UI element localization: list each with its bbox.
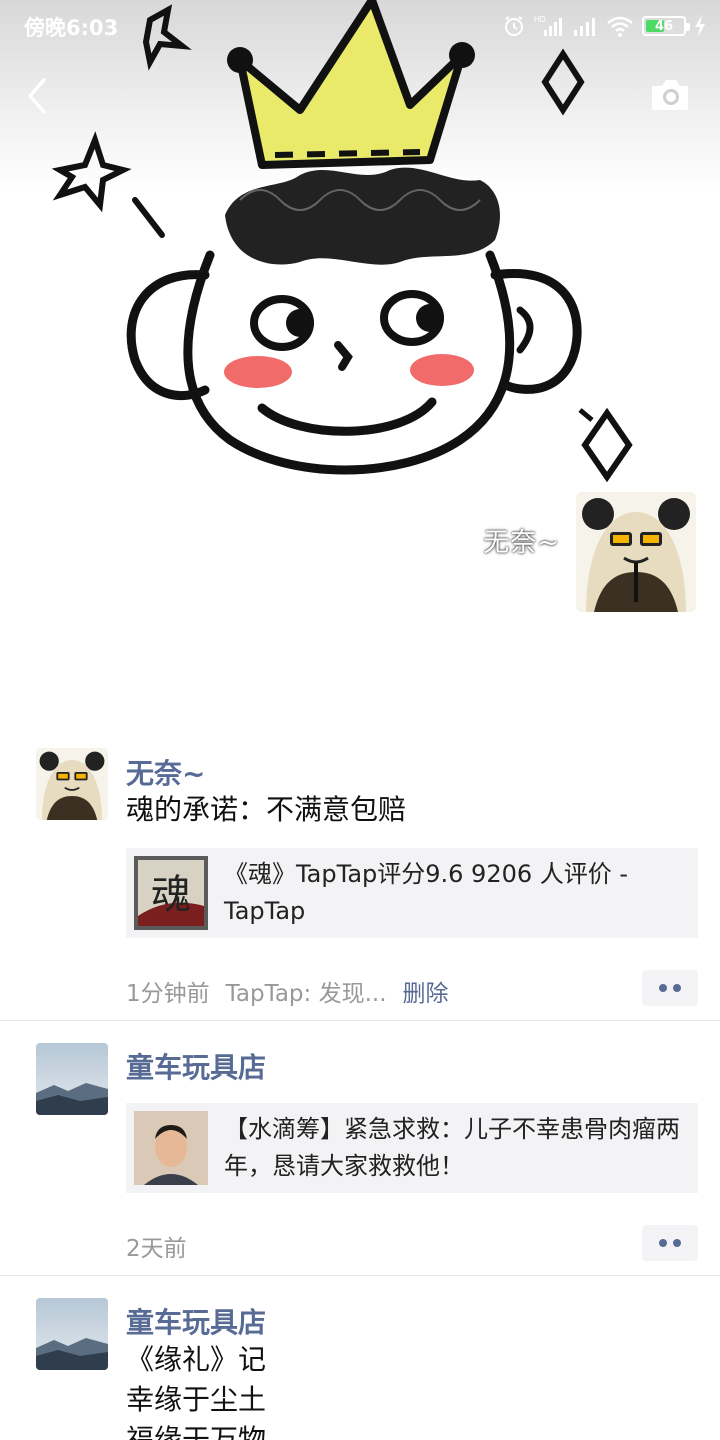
game-logo-image: 魂 (134, 856, 208, 930)
avatar[interactable] (36, 1043, 108, 1115)
battery-icon: 46 (642, 16, 690, 36)
charging-icon (695, 15, 705, 37)
wifi-icon (607, 16, 633, 37)
svg-text:魂: 魂 (151, 872, 191, 918)
post-author-name[interactable]: 童车玩具店 (126, 1301, 266, 1341)
cover-image[interactable]: 傍晚6:03 HD 46 无奈~ (0, 0, 720, 700)
profile-avatar[interactable] (576, 492, 696, 612)
back-arrow-icon (28, 78, 46, 114)
link-thumbnail (134, 1111, 208, 1185)
post-text-line: 幸缘于尘土 (126, 1383, 267, 1416)
panda-avatar-image (36, 748, 108, 820)
alarm-icon (505, 16, 523, 36)
status-icons: HD 46 (502, 10, 706, 42)
link-thumbnail: 魂 (134, 856, 208, 930)
back-button[interactable] (18, 72, 58, 120)
status-time: 傍晚6:03 (24, 16, 119, 40)
link-title: 《魂》TapTap评分9.6 9206 人评价 - TapTap (224, 860, 629, 925)
cover-username: 无奈~ (483, 528, 560, 558)
moments-feed: 无奈~ 魂的承诺：不满意包赔 魂 《魂》TapTap评分9.6 9206 人评价… (0, 744, 720, 1440)
moment-post: 无奈~ 魂的承诺：不满意包赔 魂 《魂》TapTap评分9.6 9206 人评价… (0, 744, 720, 1021)
delete-link[interactable]: 删除 (403, 974, 449, 1008)
camera-icon (652, 80, 688, 110)
link-card[interactable]: 【水滴筹】紧急求救：儿子不幸患骨肉瘤两年，恳请大家救救他！ (126, 1103, 698, 1193)
signal-icon-2 (574, 18, 595, 36)
battery-level: 46 (654, 18, 674, 34)
more-dots-icon (673, 984, 681, 992)
post-text-line: 《缘礼》记 (126, 1343, 267, 1376)
post-author-name[interactable]: 童车玩具店 (126, 1046, 266, 1086)
post-meta: 1分钟前 TapTap: 发现... 删除 (126, 974, 449, 1008)
camera-button[interactable] (648, 74, 692, 114)
post-source[interactable]: TapTap: 发现... (226, 974, 387, 1008)
status-bar: 傍晚6:03 HD 46 (0, 0, 720, 52)
mountain-avatar-image (36, 1298, 108, 1370)
post-text: 魂的承诺：不满意包赔 (126, 793, 407, 826)
post-time: 1分钟前 (126, 981, 210, 1007)
link-card[interactable]: 魂 《魂》TapTap评分9.6 9206 人评价 - TapTap (126, 848, 698, 938)
post-author-name[interactable]: 无奈~ (126, 752, 205, 792)
post-text-line: 福缘于万物 (126, 1423, 267, 1440)
battery-tip (686, 23, 690, 31)
more-button[interactable] (642, 1225, 698, 1261)
avatar[interactable] (36, 748, 108, 820)
more-dots-icon (659, 1239, 667, 1247)
link-title: 【水滴筹】紧急求救：儿子不幸患骨肉瘤两年，恳请大家救救他！ (224, 1115, 680, 1180)
more-dots-icon (659, 984, 667, 992)
avatar[interactable] (36, 1298, 108, 1370)
post-time: 2天前 (126, 1236, 187, 1262)
more-dots-icon (673, 1239, 681, 1247)
svg-text:HD: HD (534, 15, 546, 24)
moment-post: 童车玩具店 【水滴筹】紧急求救：儿子不幸患骨肉瘤两年，恳请大家救救他！ 2天前 (0, 1021, 720, 1276)
signal-icon: HD (534, 15, 562, 36)
panda-avatar-image (576, 492, 696, 612)
person-photo-image (134, 1111, 208, 1185)
moment-post: 童车玩具店 《缘礼》记 幸缘于尘土 福缘于万物 (0, 1276, 720, 1440)
mountain-avatar-image (36, 1043, 108, 1115)
post-meta: 2天前 (126, 1229, 187, 1263)
more-button[interactable] (642, 970, 698, 1006)
